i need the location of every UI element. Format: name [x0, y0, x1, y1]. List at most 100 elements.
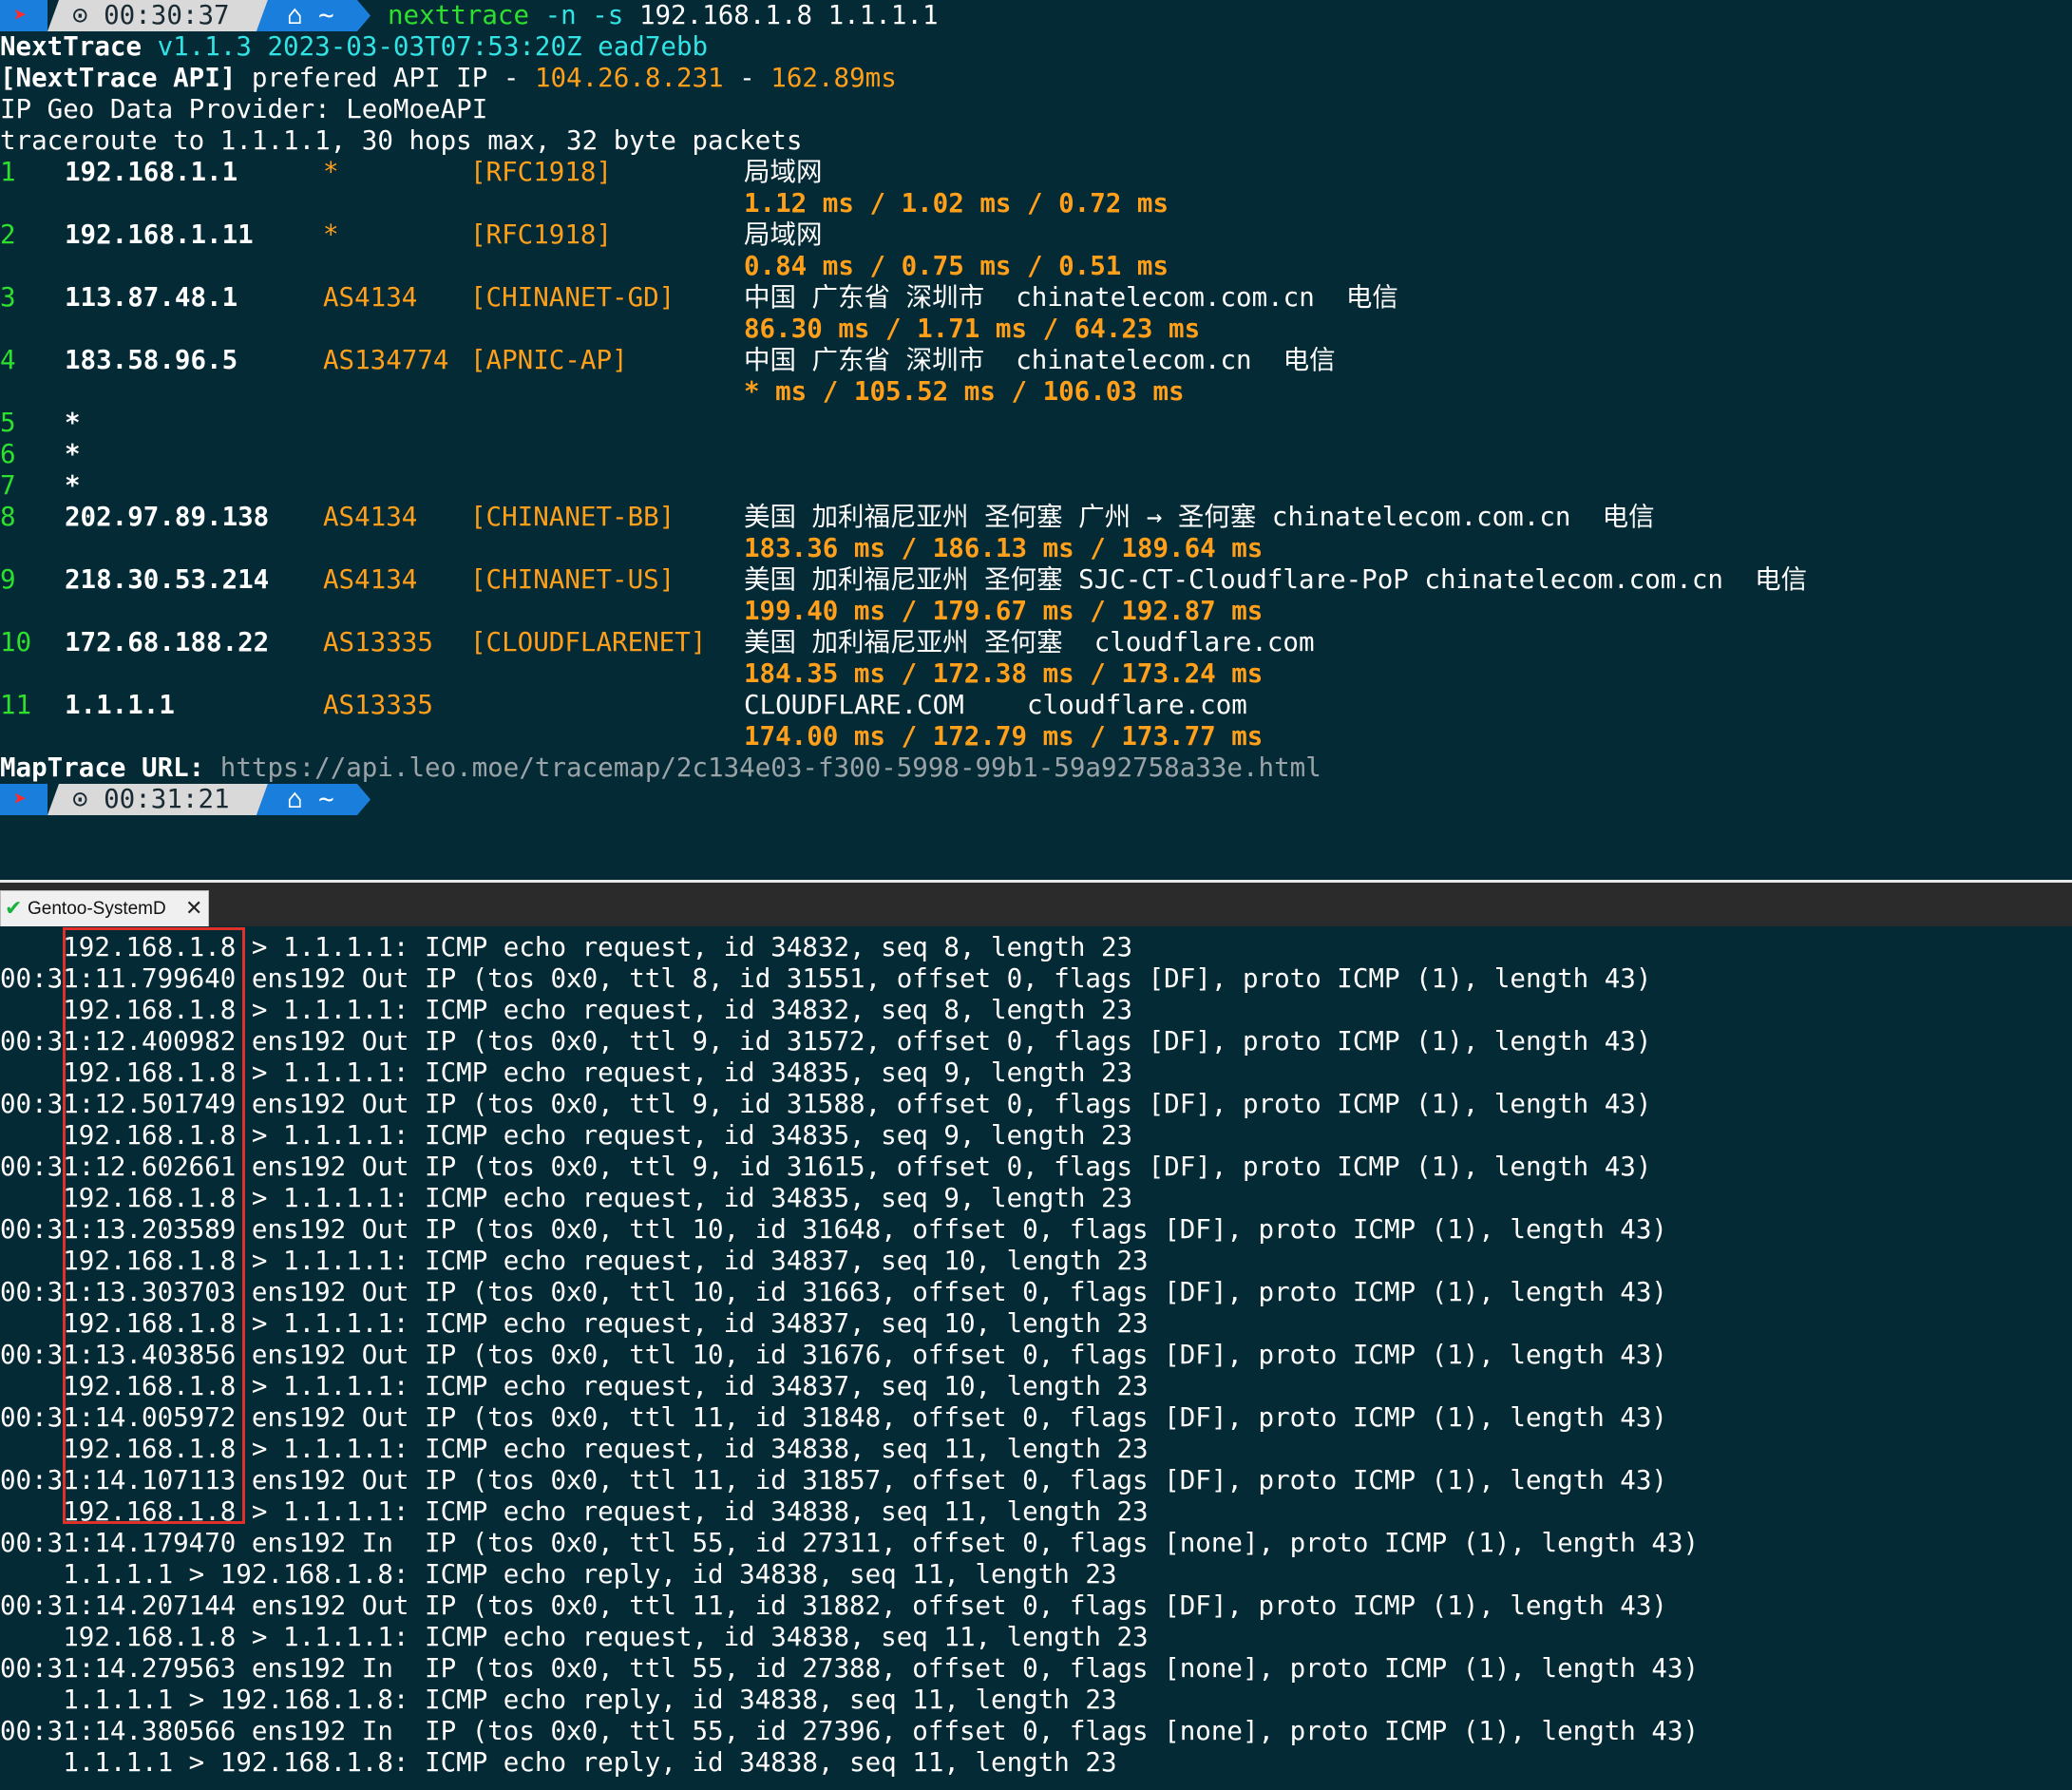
tcpdump-line: 00:31:14.107113 ens192 Out IP (tos 0x0, … [0, 1465, 1667, 1495]
hop-number: 7 [0, 470, 16, 501]
tab-title: Gentoo-SystemD [28, 899, 166, 919]
hop-number: 1 [0, 157, 16, 187]
hop-number: 10 [0, 627, 32, 657]
hop-asn: AS134774 [323, 345, 449, 375]
hop-number: 8 [0, 502, 16, 532]
hop-number: 4 [0, 345, 16, 375]
prompt-time-segment: ⊙ 00:31:21 [48, 784, 268, 815]
hop-network-tag: [CLOUDFLARENET] [470, 627, 707, 657]
prompt-status-segment: ➤ [0, 0, 48, 31]
maptrace-label: MapTrace URL: [0, 752, 205, 783]
hop-rtt: 174.00 ms / 172.79 ms / 173.77 ms [744, 721, 1264, 752]
traceroute-header-line: traceroute to 1.1.1.1, 30 hops max, 32 b… [0, 125, 803, 156]
tab-gentoo-systemd[interactable]: ✔ Gentoo-SystemD ✕ [0, 890, 209, 927]
tcpdump-line: 00:31:12.501749 ens192 Out IP (tos 0x0, … [0, 1089, 1652, 1119]
hop-ip: 192.168.1.11 [65, 219, 254, 250]
highlight-box [63, 927, 245, 1524]
hop-asn: AS13335 [323, 690, 433, 720]
api-line: [NextTrace API] prefered API IP - 104.26… [0, 63, 897, 94]
tcpdump-line: 1.1.1.1 > 192.168.1.8: ICMP echo reply, … [0, 1559, 1117, 1590]
hop-ip: 192.168.1.1 [65, 157, 238, 187]
hop-network-tag: [CHINANET-US] [470, 564, 675, 595]
geo-provider-line: IP Geo Data Provider: LeoMoeAPI [0, 94, 488, 124]
api-latency: 162.89ms [770, 63, 897, 93]
hop-ip: 183.58.96.5 [65, 345, 238, 375]
api-text: prefered API IP - [236, 63, 535, 93]
prompt-arrow-icon: ➤ [13, 786, 28, 812]
hop-rtt: 86.30 ms / 1.71 ms / 64.23 ms [744, 314, 1201, 344]
command-line: nexttrace -n -s 192.168.1.8 1.1.1.1 [388, 0, 939, 31]
prompt-status-segment: ➤ [0, 784, 48, 815]
tcpdump-line: 00:31:11.799640 ens192 Out IP (tos 0x0, … [0, 963, 1652, 994]
hop-number: 11 [0, 690, 32, 720]
hop-network-tag: [APNIC-AP] [470, 345, 628, 375]
api-tag: [NextTrace API] [0, 63, 237, 93]
command-args: 192.168.1.8 1.1.1.1 [638, 0, 939, 30]
tab-bar: ✔ Gentoo-SystemD ✕ [0, 883, 2072, 927]
hop-number: 2 [0, 219, 16, 250]
hop-rtt: * ms / 105.52 ms / 106.03 ms [744, 376, 1185, 407]
tcpdump-line: 00:31:13.203589 ens192 Out IP (tos 0x0, … [0, 1214, 1667, 1245]
prompt-time: ⊙ 00:30:37 [72, 0, 230, 30]
prompt-time-segment: ⊙ 00:30:37 [48, 0, 268, 31]
command-flags: -n -s [544, 0, 624, 30]
tcpdump-line: 00:31:14.380566 ens192 In IP (tos 0x0, t… [0, 1716, 1700, 1746]
shell-prompt-2: ➤ ⊙ 00:31:21 ⌂ ~ [0, 784, 380, 815]
prompt-dir-segment: ⌂ ~ [257, 0, 371, 31]
hop-rtt: 0.84 ms / 0.75 ms / 0.51 ms [744, 251, 1169, 281]
maptrace-line: MapTrace URL: https://api.leo.moe/tracem… [0, 752, 1321, 784]
hop-geo: 美国 加利福尼亚州 圣何塞 SJC-CT-Cloudflare-PoP chin… [744, 564, 1808, 595]
prompt-dir-segment: ⌂ ~ [257, 784, 371, 815]
close-icon[interactable]: ✕ [185, 896, 202, 921]
hop-network-tag: [CHINANET-GD] [470, 282, 675, 313]
hop-geo: 局域网 [744, 219, 823, 250]
hop-number: 3 [0, 282, 16, 313]
hop-ip: 113.87.48.1 [65, 282, 238, 313]
command-name: nexttrace [388, 0, 530, 30]
tcpdump-line: 1.1.1.1 > 192.168.1.8: ICMP echo reply, … [0, 1685, 1117, 1715]
tcpdump-line: 1.1.1.1 > 192.168.1.8: ICMP echo reply, … [0, 1747, 1117, 1778]
hop-asn: * [323, 157, 339, 187]
prompt-arrow-icon: ➤ [13, 2, 28, 29]
tcpdump-line: 00:31:12.400982 ens192 Out IP (tos 0x0, … [0, 1026, 1652, 1057]
hop-rtt: 183.36 ms / 186.13 ms / 189.64 ms [744, 533, 1264, 563]
version-line: NextTrace v1.1.3 2023-03-03T07:53:20Z ea… [0, 31, 708, 63]
hop-network-tag: [RFC1918] [470, 219, 613, 250]
hop-asn: AS4134 [323, 502, 418, 532]
prompt-time: ⊙ 00:31:21 [72, 784, 230, 814]
tcpdump-line: 00:31:13.403856 ens192 Out IP (tos 0x0, … [0, 1340, 1667, 1370]
hop-rtt: 199.40 ms / 179.67 ms / 192.87 ms [744, 596, 1264, 626]
hop-rtt: 1.12 ms / 1.02 ms / 0.72 ms [744, 188, 1169, 219]
hop-number: 6 [0, 439, 16, 469]
hop-ip: 202.97.89.138 [65, 502, 270, 532]
hop-asn: AS13335 [323, 627, 433, 657]
home-icon: ⌂ ~ [287, 784, 334, 814]
hop-network-tag: [RFC1918] [470, 157, 613, 187]
tcpdump-line: 00:31:12.602661 ens192 Out IP (tos 0x0, … [0, 1152, 1652, 1182]
tcpdump-line: 00:31:14.207144 ens192 Out IP (tos 0x0, … [0, 1590, 1667, 1621]
hop-ip: * [65, 470, 81, 501]
hop-ip: * [65, 408, 81, 438]
tcpdump-line: 00:31:13.303703 ens192 Out IP (tos 0x0, … [0, 1277, 1667, 1307]
api-ip: 104.26.8.231 [534, 63, 724, 93]
version-info: v1.1.3 2023-03-03T07:53:20Z ead7ebb [157, 31, 709, 62]
hop-number: 9 [0, 564, 16, 595]
hop-geo: 局域网 [744, 157, 823, 187]
tcpdump-line: 00:31:14.005972 ens192 Out IP (tos 0x0, … [0, 1402, 1667, 1433]
hop-geo: 中国 广东省 深圳市 chinatelecom.com.cn 电信 [744, 282, 1398, 313]
tcpdump-line: 00:31:14.279563 ens192 In IP (tos 0x0, t… [0, 1653, 1700, 1684]
hop-asn: AS4134 [323, 282, 418, 313]
app-name: NextTrace [0, 31, 143, 62]
hop-ip: 1.1.1.1 [65, 690, 175, 720]
hop-rtt: 184.35 ms / 172.38 ms / 173.24 ms [744, 658, 1264, 689]
hop-network-tag: [CHINANET-BB] [470, 502, 675, 532]
hop-geo: CLOUDFLARE.COM cloudflare.com [744, 690, 1247, 720]
hop-geo: 美国 加利福尼亚州 圣何塞 广州 → 圣何塞 chinatelecom.com.… [744, 502, 1655, 532]
shell-prompt: ➤ ⊙ 00:30:37 ⌂ ~ [0, 0, 380, 31]
home-icon: ⌂ ~ [287, 0, 334, 30]
hop-ip: 172.68.188.22 [65, 627, 270, 657]
tcpdump-line: 00:31:14.179470 ens192 In IP (tos 0x0, t… [0, 1528, 1700, 1558]
maptrace-url-link[interactable]: https://api.leo.moe/tracemap/2c134e03-f3… [220, 752, 1321, 783]
hop-number: 5 [0, 408, 16, 438]
hop-asn: * [323, 219, 339, 250]
